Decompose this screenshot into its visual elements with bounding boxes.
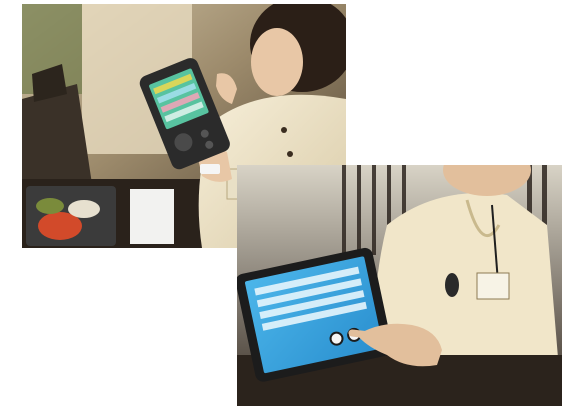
photo-2-graphic — [237, 165, 562, 406]
photo-tablet — [237, 165, 562, 406]
